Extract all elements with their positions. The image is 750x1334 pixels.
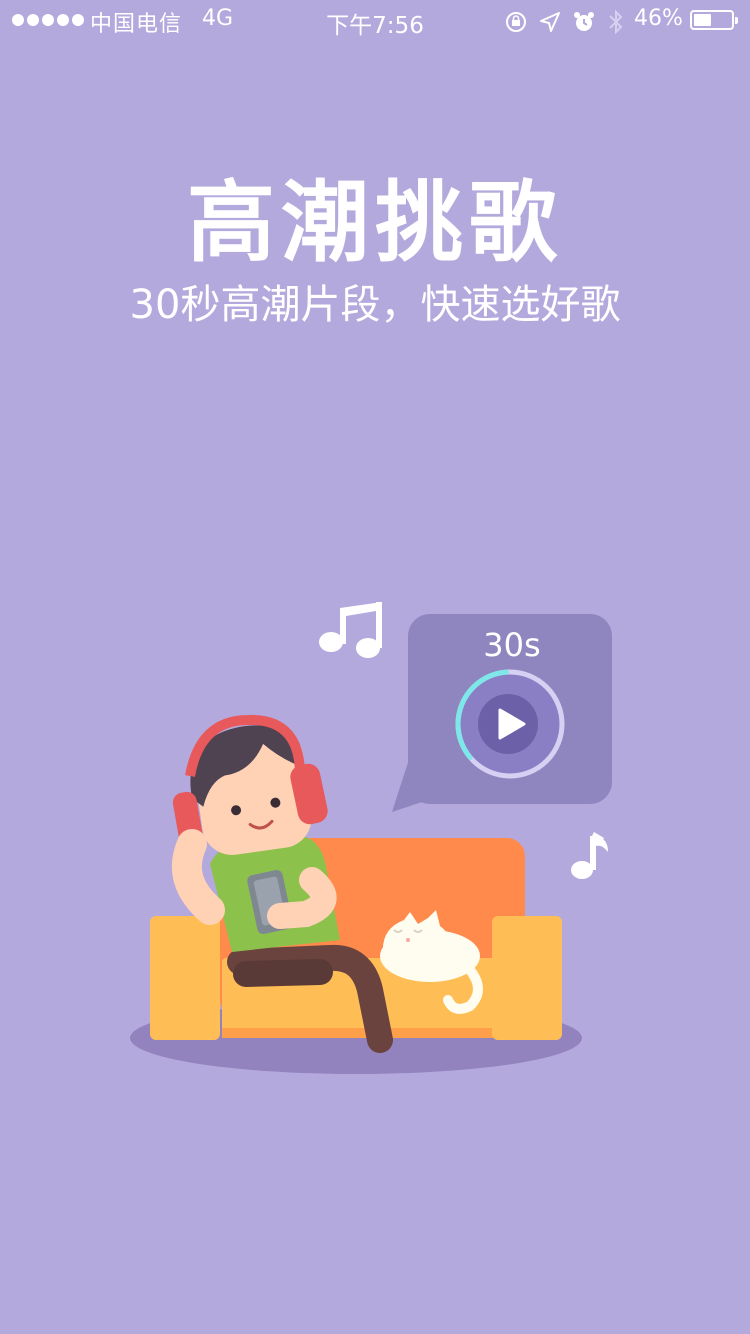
orientation-lock-icon [506, 12, 526, 32]
status-icons [504, 8, 626, 36]
intro-screen[interactable]: 中国电信 4G 下午7:56 46% 高潮挑歌 30秒高潮片段，快速选好歌 30… [0, 0, 750, 1334]
battery-icon [690, 10, 738, 30]
page-subtitle: 30秒高潮片段，快速选好歌 [129, 282, 621, 328]
music-note-double-icon [319, 602, 382, 658]
bluetooth-icon [609, 9, 623, 35]
page-title: 高潮挑歌 [186, 171, 563, 274]
music-note-single-icon [571, 832, 608, 879]
alarm-clock-icon [574, 12, 594, 31]
location-arrow-icon [540, 12, 560, 32]
listening-illustration: 30s [130, 602, 612, 1074]
battery-percent: 46% [634, 6, 683, 31]
timer-label: 30s [483, 626, 540, 664]
status-bar: 中国电信 4G 下午7:56 46% [0, 0, 750, 40]
timer-bubble: 30s [392, 614, 612, 812]
